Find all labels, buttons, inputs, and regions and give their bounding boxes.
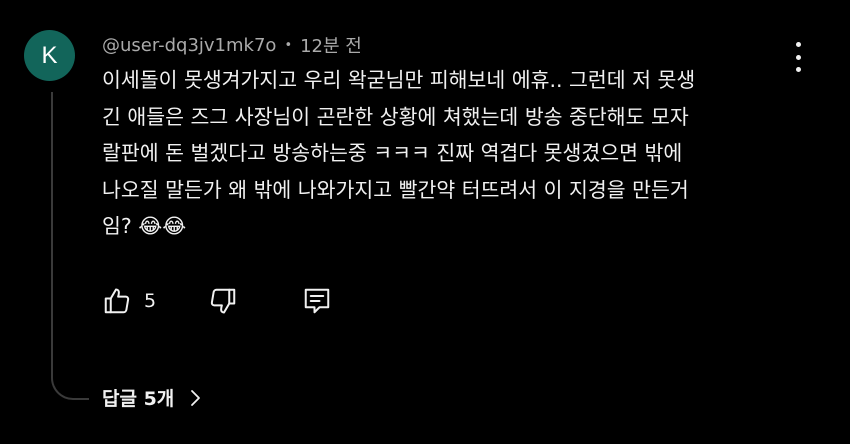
thumbs-down-icon xyxy=(210,288,236,314)
comment-line: 나오질 말든가 왜 밖에 나와가지고 빨간약 터뜨려서 이 지경을 만든거 xyxy=(102,177,689,202)
comment-line: 이세돌이 못생겨가지고 우리 왁굳님만 피해보네 에휴.. 그런데 저 못생 xyxy=(102,68,696,92)
dislike-button[interactable] xyxy=(208,286,238,316)
comment-line: 임? 😂😂 xyxy=(102,214,187,238)
more-options-button[interactable] xyxy=(793,42,803,72)
like-count: 5 xyxy=(144,290,157,312)
view-replies-button[interactable]: 답글 5개 xyxy=(102,384,202,411)
comment-reply-icon xyxy=(304,288,330,314)
thread-connector-line xyxy=(51,92,89,400)
comment-line: 긴 애들은 즈그 사장님이 곤란한 상황에 쳐했는데 방송 중단해도 모자 xyxy=(102,104,689,129)
timestamp: 12분 전 xyxy=(300,36,362,57)
thumbs-up-icon xyxy=(104,288,130,314)
replies-label: 답글 5개 xyxy=(102,388,175,410)
comment-line: 랄판에 돈 벌겠다고 방송하는중 ㅋㅋㅋ 진짜 역겹다 못생겼으면 밖에 xyxy=(102,141,683,165)
reply-button[interactable] xyxy=(302,286,332,316)
like-button[interactable]: 5 xyxy=(102,286,156,316)
comment-text: 이세돌이 못생겨가지고 우리 왁굳님만 피해보네 에휴.. 그런데 저 못생 긴… xyxy=(102,62,792,245)
username-link[interactable]: @user-dq3jv1mk7o xyxy=(102,35,276,56)
avatar-letter: K xyxy=(41,41,58,69)
more-vert-icon xyxy=(795,42,801,47)
avatar[interactable]: K xyxy=(24,30,75,81)
header-separator: • xyxy=(284,37,293,53)
chevron-right-icon xyxy=(191,389,201,406)
comment-header: @user-dq3jv1mk7o • 12분 전 xyxy=(102,32,362,58)
comment-actions: 5 xyxy=(102,284,332,318)
